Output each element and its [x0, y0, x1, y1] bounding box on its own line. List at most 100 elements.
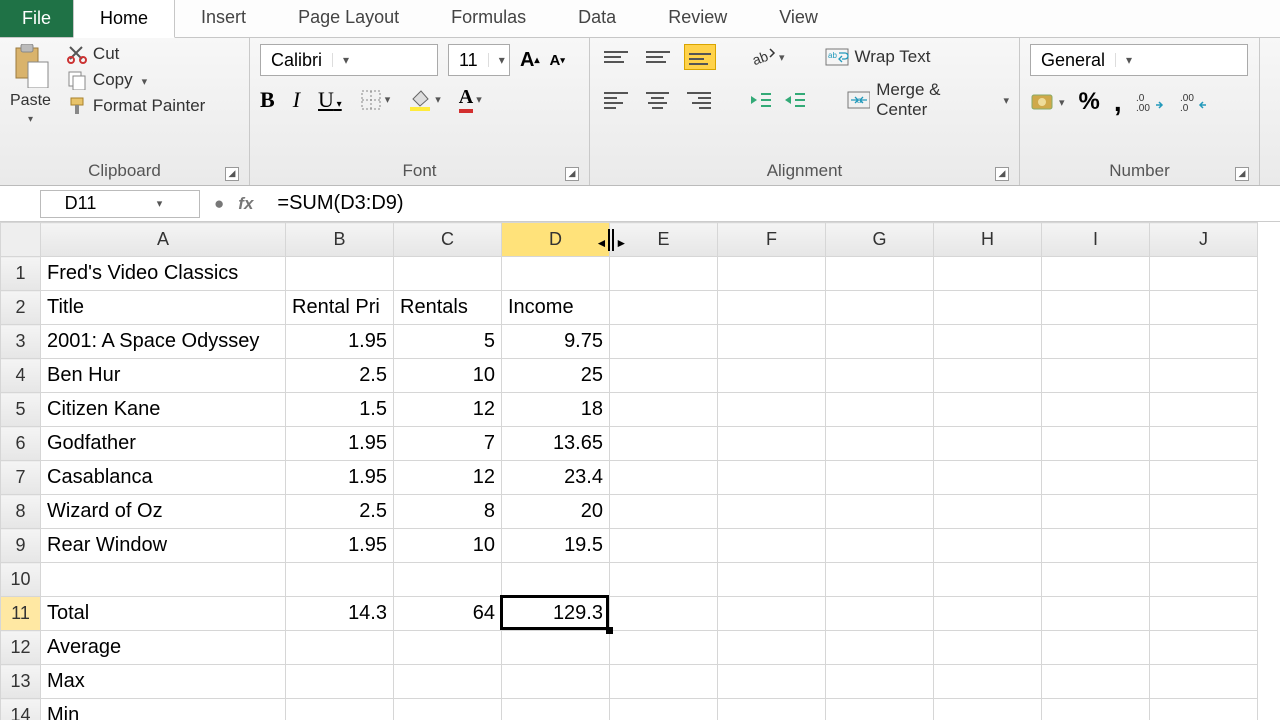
- cell-I11[interactable]: [1042, 597, 1150, 631]
- cell-B4[interactable]: 2.5: [286, 359, 394, 393]
- cell-E11[interactable]: [610, 597, 718, 631]
- number-format-combo[interactable]: General▾: [1030, 44, 1248, 76]
- cell-C5[interactable]: 12: [394, 393, 502, 427]
- cell-E13[interactable]: [610, 665, 718, 699]
- cell-J12[interactable]: [1150, 631, 1258, 665]
- tab-data[interactable]: Data: [552, 0, 642, 37]
- row-header-6[interactable]: 6: [1, 427, 41, 461]
- cell-F3[interactable]: [718, 325, 826, 359]
- cell-F12[interactable]: [718, 631, 826, 665]
- cell-D11[interactable]: 129.3: [502, 597, 610, 631]
- increase-indent-button[interactable]: [783, 90, 807, 110]
- cell-D4[interactable]: 25: [502, 359, 610, 393]
- copy-button[interactable]: Copy: [67, 70, 205, 90]
- cell-E8[interactable]: [610, 495, 718, 529]
- cell-H5[interactable]: [934, 393, 1042, 427]
- cell-C1[interactable]: [394, 257, 502, 291]
- merge-center-button[interactable]: a Merge & Center: [847, 80, 1009, 120]
- row-header-5[interactable]: 5: [1, 393, 41, 427]
- cell-I6[interactable]: [1042, 427, 1150, 461]
- column-header-D[interactable]: D: [502, 223, 610, 257]
- cell-J4[interactable]: [1150, 359, 1258, 393]
- number-launcher[interactable]: ◢: [1235, 167, 1249, 181]
- row-header-3[interactable]: 3: [1, 325, 41, 359]
- cell-I10[interactable]: [1042, 563, 1150, 597]
- column-header-I[interactable]: I: [1042, 223, 1150, 257]
- align-right-button[interactable]: [683, 87, 715, 113]
- cell-B14[interactable]: [286, 699, 394, 720]
- align-center-button[interactable]: [642, 87, 674, 113]
- cell-H14[interactable]: [934, 699, 1042, 720]
- cell-B13[interactable]: [286, 665, 394, 699]
- cell-D9[interactable]: 19.5: [502, 529, 610, 563]
- cell-A13[interactable]: Max: [41, 665, 286, 699]
- row-header-7[interactable]: 7: [1, 461, 41, 495]
- cell-J10[interactable]: [1150, 563, 1258, 597]
- name-box[interactable]: D11 ▾: [40, 190, 200, 218]
- cell-C13[interactable]: [394, 665, 502, 699]
- cell-I5[interactable]: [1042, 393, 1150, 427]
- font-launcher[interactable]: ◢: [565, 167, 579, 181]
- column-header-F[interactable]: F: [718, 223, 826, 257]
- column-header-J[interactable]: J: [1150, 223, 1258, 257]
- column-header-A[interactable]: A: [41, 223, 286, 257]
- cell-J1[interactable]: [1150, 257, 1258, 291]
- cell-A12[interactable]: Average: [41, 631, 286, 665]
- cell-D10[interactable]: [502, 563, 610, 597]
- tab-view[interactable]: View: [753, 0, 844, 37]
- cell-D1[interactable]: [502, 257, 610, 291]
- decrease-indent-button[interactable]: [749, 90, 773, 110]
- align-left-button[interactable]: [600, 87, 632, 113]
- cell-F14[interactable]: [718, 699, 826, 720]
- cell-J3[interactable]: [1150, 325, 1258, 359]
- cell-G9[interactable]: [826, 529, 934, 563]
- cell-A1[interactable]: Fred's Video Classics: [41, 257, 286, 291]
- cell-G2[interactable]: [826, 291, 934, 325]
- cell-F9[interactable]: [718, 529, 826, 563]
- cell-C11[interactable]: 64: [394, 597, 502, 631]
- cell-F4[interactable]: [718, 359, 826, 393]
- cell-I1[interactable]: [1042, 257, 1150, 291]
- align-top-button[interactable]: [600, 44, 632, 70]
- cell-G8[interactable]: [826, 495, 934, 529]
- cell-J2[interactable]: [1150, 291, 1258, 325]
- font-size-combo[interactable]: 11▾: [448, 44, 510, 76]
- cell-G10[interactable]: [826, 563, 934, 597]
- align-bottom-button[interactable]: [684, 44, 716, 70]
- paste-button[interactable]: Paste ▾: [10, 44, 51, 125]
- cell-J6[interactable]: [1150, 427, 1258, 461]
- cell-D5[interactable]: 18: [502, 393, 610, 427]
- cell-F6[interactable]: [718, 427, 826, 461]
- cell-E10[interactable]: [610, 563, 718, 597]
- row-header-12[interactable]: 12: [1, 631, 41, 665]
- column-header-G[interactable]: G: [826, 223, 934, 257]
- cell-D7[interactable]: 23.4: [502, 461, 610, 495]
- cell-D14[interactable]: [502, 699, 610, 720]
- cell-C12[interactable]: [394, 631, 502, 665]
- cell-E5[interactable]: [610, 393, 718, 427]
- cell-I13[interactable]: [1042, 665, 1150, 699]
- cell-B5[interactable]: 1.5: [286, 393, 394, 427]
- cell-H2[interactable]: [934, 291, 1042, 325]
- tab-file[interactable]: File: [0, 0, 73, 37]
- cell-I9[interactable]: [1042, 529, 1150, 563]
- cell-E9[interactable]: [610, 529, 718, 563]
- bold-button[interactable]: B: [260, 87, 275, 113]
- cell-A2[interactable]: Title: [41, 291, 286, 325]
- borders-button[interactable]: [360, 89, 391, 111]
- tab-home[interactable]: Home: [73, 0, 175, 38]
- tab-review[interactable]: Review: [642, 0, 753, 37]
- font-color-button[interactable]: A: [459, 86, 482, 113]
- cell-G3[interactable]: [826, 325, 934, 359]
- cell-G13[interactable]: [826, 665, 934, 699]
- cell-F10[interactable]: [718, 563, 826, 597]
- cell-F1[interactable]: [718, 257, 826, 291]
- align-middle-button[interactable]: [642, 44, 674, 70]
- column-header-E[interactable]: E: [610, 223, 718, 257]
- decrease-decimal-button[interactable]: .00.0: [1180, 91, 1210, 113]
- tab-insert[interactable]: Insert: [175, 0, 272, 37]
- cell-G11[interactable]: [826, 597, 934, 631]
- cell-C14[interactable]: [394, 699, 502, 720]
- cell-J7[interactable]: [1150, 461, 1258, 495]
- cell-A5[interactable]: Citizen Kane: [41, 393, 286, 427]
